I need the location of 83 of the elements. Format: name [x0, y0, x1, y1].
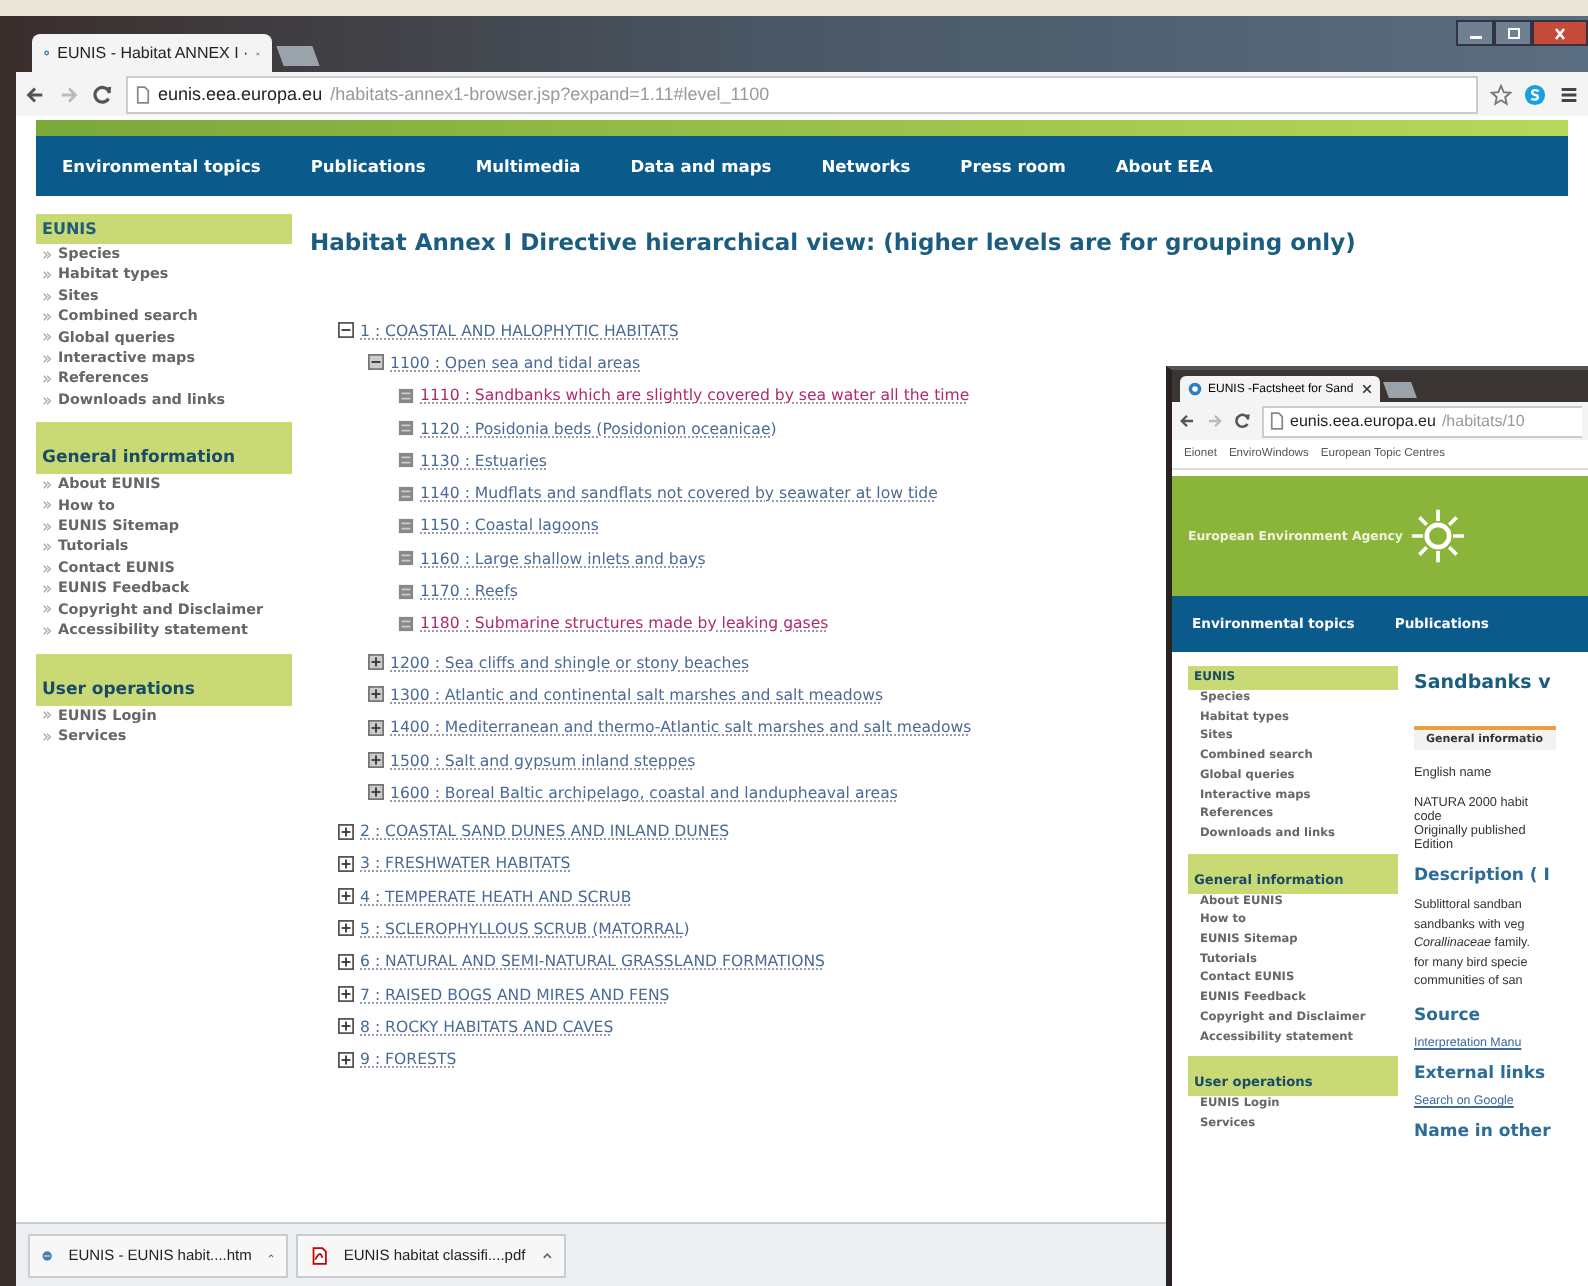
expand-icon[interactable] — [338, 1018, 354, 1035]
nav-link[interactable]: Press room — [960, 156, 1066, 176]
sidebar-heading: General information — [36, 422, 292, 475]
expand-icon[interactable] — [368, 654, 384, 671]
chevron-icon — [42, 604, 52, 615]
expand-icon[interactable] — [338, 888, 354, 905]
close-icon — [1550, 27, 1570, 39]
chevron-icon — [42, 731, 52, 742]
expand-icon[interactable] — [368, 686, 384, 703]
nav-link[interactable]: Networks — [821, 156, 911, 176]
chevron-icon — [42, 583, 52, 594]
section-heading: Source — [1414, 1005, 1483, 1026]
square-icon — [398, 387, 414, 404]
new-tab-button[interactable] — [276, 46, 320, 66]
expand-icon[interactable] — [338, 823, 354, 840]
section-heading: Name in other — [1414, 1121, 1553, 1142]
chevron-icon — [42, 270, 52, 281]
nav-link[interactable]: Data and maps — [630, 156, 772, 176]
chevron-icon — [42, 625, 52, 636]
square-icon — [398, 420, 414, 437]
expand-icon[interactable] — [338, 953, 354, 970]
chevron-icon — [42, 710, 52, 721]
maximize-icon — [1503, 27, 1523, 39]
chevron-icon — [42, 332, 52, 343]
chevron-icon — [42, 291, 52, 302]
menu-icon[interactable] — [1558, 83, 1580, 105]
address-field[interactable]: eunis.eea.europa.eu /habitats-annex1-browser.jsp?expand=1.11#level_1100 — [126, 75, 1478, 113]
nav-link[interactable]: About EEA — [1115, 156, 1213, 176]
page-heading: Sandbanks v — [1414, 672, 1553, 694]
square-icon — [398, 517, 414, 534]
section-heading: Description ( I — [1414, 866, 1552, 886]
expand-icon[interactable] — [338, 920, 354, 937]
expand-icon[interactable] — [368, 752, 384, 768]
expand-icon[interactable] — [338, 986, 354, 1003]
pdf-icon — [310, 1245, 328, 1265]
nav-link[interactable]: Publications — [310, 156, 426, 176]
reload-icon[interactable] — [92, 83, 114, 105]
browser-icon — [42, 1245, 53, 1265]
chevron-icon — [42, 563, 52, 574]
star-icon[interactable] — [1490, 83, 1512, 105]
page-icon — [136, 85, 150, 103]
new-tab-button[interactable] — [1383, 382, 1417, 398]
address-field[interactable]: eunis.eea.europa.eu /habitats/10 — [1262, 405, 1582, 437]
page-heading: Habitat Annex I Directive hierarchical view: (higher levels are for grouping only) — [310, 228, 1356, 256]
chevron-icon — [42, 311, 52, 322]
maximize-button[interactable] — [1494, 20, 1532, 46]
back-icon[interactable] — [24, 83, 46, 105]
square-icon — [398, 485, 414, 502]
chevron-icon — [42, 500, 52, 511]
browser-tab[interactable]: EUNIS - Habitat ANNEX I · — [32, 34, 272, 72]
square-icon — [398, 615, 414, 632]
sun-logo-icon — [1410, 508, 1467, 564]
page-icon — [1270, 412, 1284, 430]
back-icon[interactable] — [1178, 412, 1196, 430]
square-icon — [398, 583, 414, 600]
expand-icon[interactable] — [338, 1051, 354, 1068]
chevron-icon — [42, 353, 52, 364]
chevron-icon — [42, 374, 52, 385]
close-button[interactable] — [1532, 20, 1588, 46]
sidebar-heading: User operations — [36, 653, 292, 705]
extension-icon[interactable] — [1524, 83, 1546, 105]
globe-icon — [1188, 382, 1202, 396]
nav-link[interactable]: Environmental topics — [62, 156, 261, 176]
square-icon — [398, 452, 414, 469]
section-heading: External links — [1414, 1063, 1548, 1084]
nav-link[interactable]: Multimedia — [475, 156, 581, 176]
close-icon[interactable] — [1362, 384, 1372, 394]
chevron-icon — [42, 395, 52, 406]
chevron-icon — [42, 249, 52, 260]
chevron-icon — [42, 521, 52, 532]
expand-icon[interactable] — [368, 719, 384, 736]
reload-icon[interactable] — [1234, 412, 1252, 430]
collapse-icon[interactable] — [338, 322, 354, 339]
square-icon — [398, 550, 414, 567]
chevron-icon — [42, 542, 52, 553]
caret-icon[interactable] — [541, 1251, 552, 1259]
expand-icon[interactable] — [338, 855, 354, 872]
expand-icon[interactable] — [368, 784, 384, 801]
sidebar-heading: EUNIS — [36, 214, 292, 244]
chevron-icon — [42, 479, 52, 490]
minimize-button[interactable] — [1456, 20, 1494, 46]
collapse-icon[interactable] — [368, 354, 384, 371]
caret-icon[interactable] — [267, 1251, 274, 1259]
